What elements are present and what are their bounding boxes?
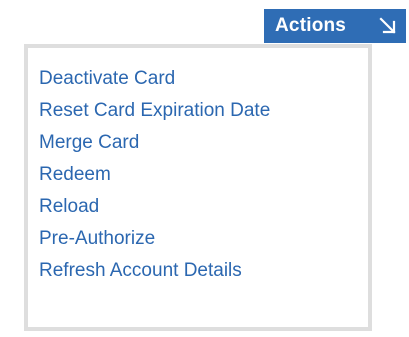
actions-dropdown-menu: Deactivate Card Reset Card Expiration Da… xyxy=(24,44,372,331)
menu-item-redeem[interactable]: Redeem xyxy=(39,159,270,191)
actions-button[interactable]: Actions xyxy=(264,9,406,43)
actions-button-label: Actions xyxy=(275,15,347,36)
menu-item-reset-card-expiration-date[interactable]: Reset Card Expiration Date xyxy=(39,95,270,127)
arrow-down-right-icon xyxy=(379,17,396,34)
menu-item-refresh-account-details[interactable]: Refresh Account Details xyxy=(39,255,270,287)
menu-item-merge-card[interactable]: Merge Card xyxy=(39,127,270,159)
actions-menu-list: Deactivate Card Reset Card Expiration Da… xyxy=(39,63,270,287)
menu-item-reload[interactable]: Reload xyxy=(39,191,270,223)
menu-item-pre-authorize[interactable]: Pre-Authorize xyxy=(39,223,270,255)
menu-item-deactivate-card[interactable]: Deactivate Card xyxy=(39,63,270,95)
